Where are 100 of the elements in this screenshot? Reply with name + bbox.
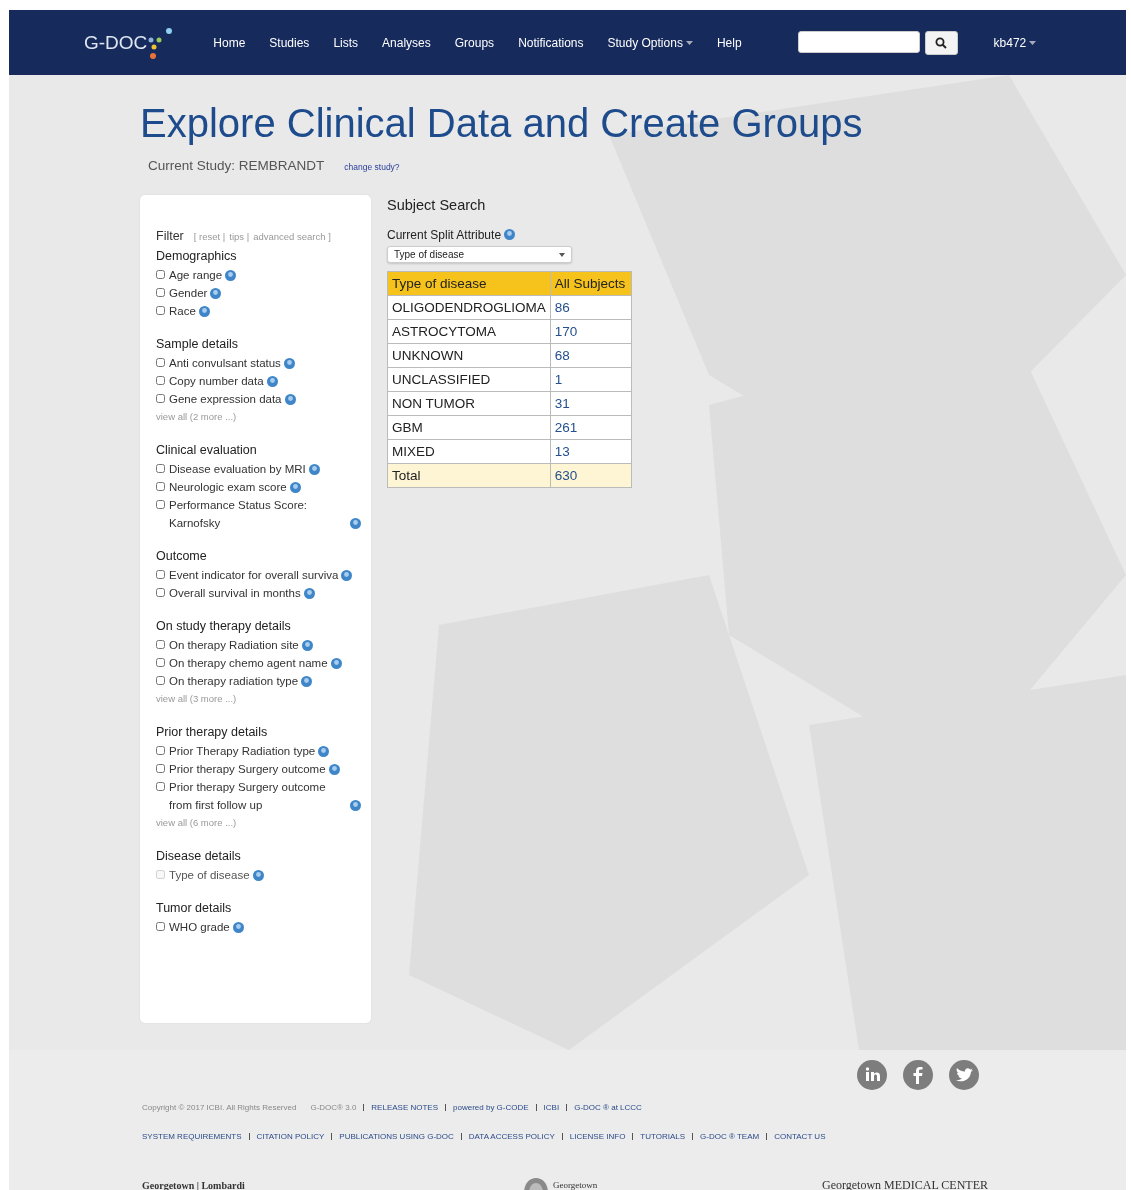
section-title: Subject Search	[387, 197, 487, 213]
filter-option: On therapy radiation type	[169, 672, 299, 690]
search-field[interactable]	[797, 30, 920, 53]
filter-option: WHO grade	[169, 918, 230, 936]
footer-link[interactable]: CITATION POLICY	[256, 1132, 325, 1141]
checkbox[interactable]	[156, 570, 165, 579]
checkbox[interactable]	[156, 288, 165, 297]
checkbox[interactable]	[156, 306, 165, 315]
checkbox[interactable]	[156, 482, 165, 491]
help-icon[interactable]	[303, 588, 315, 599]
checkbox[interactable]	[156, 464, 165, 473]
filter-option: Copy number data	[169, 372, 264, 390]
filter-option: Prior therapy Surgery outcome	[169, 760, 326, 778]
checkbox[interactable]	[156, 500, 165, 509]
section-heading: Sample details	[156, 337, 239, 351]
table-cell: UNCLASSIFIED	[387, 367, 551, 392]
filter-option: Overall survival in months	[169, 584, 301, 602]
filter-option: Prior therapy Surgery outcome from first follow up	[169, 778, 347, 814]
footer-link[interactable]: powered by G-CODE	[453, 1103, 529, 1112]
nav-link[interactable]: Home	[213, 35, 246, 50]
twitter-icon[interactable]	[949, 1060, 979, 1090]
help-icon[interactable]	[198, 306, 210, 317]
search-icon	[935, 36, 948, 49]
filter-title: Filter	[156, 229, 184, 243]
copyright-text: Copyright © 2017 ICBI. All Rights Reserved	[142, 1103, 297, 1112]
version-text: G-DOC® 3.0	[310, 1103, 357, 1112]
nav-link[interactable]: Study Options	[607, 35, 693, 50]
nav-link[interactable]: Help	[716, 35, 742, 50]
help-icon[interactable]	[308, 464, 320, 475]
checkbox[interactable]	[156, 358, 165, 367]
linkedin-icon[interactable]	[857, 1060, 887, 1090]
checkbox[interactable]	[156, 270, 165, 279]
checkbox[interactable]	[156, 764, 165, 773]
footer-link[interactable]: RELEASE NOTES	[371, 1103, 438, 1112]
column-header: Type of disease	[387, 271, 551, 296]
help-icon[interactable]	[301, 640, 313, 651]
lombardi-logo[interactable]: Georgetown | Lombardi	[142, 1179, 522, 1190]
help-icon[interactable]	[350, 518, 361, 529]
footer-link[interactable]: PUBLICATIONS USING G-DOC	[339, 1132, 454, 1141]
checkbox[interactable]	[156, 746, 165, 755]
nav-link[interactable]: Groups	[454, 35, 495, 50]
user-menu[interactable]: kb472	[993, 35, 1037, 50]
filter-option: Event indicator for overall surviva	[169, 566, 339, 584]
help-icon[interactable]	[210, 288, 222, 299]
footer-link[interactable]: G-DOC ® TEAM	[700, 1132, 760, 1141]
nav-link[interactable]: Lists	[333, 35, 359, 50]
help-icon[interactable]	[504, 229, 516, 240]
table-cell: OLIGODENDROGLIOMA	[387, 295, 551, 320]
footer-link[interactable]: DATA ACCESS POLICY	[468, 1132, 555, 1141]
help-icon[interactable]	[318, 746, 330, 757]
filter-option: Gene expression data	[169, 390, 282, 408]
help-icon[interactable]	[283, 358, 295, 369]
logo-dots-icon	[147, 25, 174, 60]
help-icon[interactable]	[350, 800, 361, 811]
help-icon[interactable]	[330, 658, 342, 669]
current-study: Current Study: REMBRANDT	[148, 158, 325, 173]
help-icon[interactable]	[328, 764, 340, 775]
checkbox[interactable]	[156, 394, 165, 403]
filter-option: Type of disease	[169, 866, 250, 884]
table-cell: ASTROCYTOMA	[387, 319, 551, 344]
checkbox[interactable]	[156, 376, 165, 385]
checkbox[interactable]	[156, 658, 165, 667]
help-icon[interactable]	[341, 570, 353, 581]
table-cell: UNKNOWN	[387, 343, 551, 368]
checkbox[interactable]	[156, 640, 165, 649]
help-icon[interactable]	[284, 394, 296, 405]
change-study-link[interactable]: change study?	[344, 162, 400, 172]
section-heading: On study therapy details	[156, 619, 292, 633]
filter-option: On therapy Radiation site	[169, 636, 299, 654]
help-icon[interactable]	[266, 376, 278, 387]
filter-option: On therapy chemo agent name	[169, 654, 328, 672]
table-cell: MIXED	[387, 439, 551, 464]
help-icon[interactable]	[289, 482, 301, 493]
logo-text[interactable]: G-DOC	[84, 31, 148, 54]
footer-link[interactable]: LICENSE INFO	[569, 1132, 626, 1141]
checkbox[interactable]	[156, 782, 165, 791]
help-icon[interactable]	[232, 922, 244, 933]
section-heading: Clinical evaluation	[156, 443, 258, 457]
georgetown-logo[interactable]: Georgetown	[553, 1180, 598, 1190]
footer-link[interactable]: CONTACT US	[774, 1132, 826, 1141]
facebook-icon[interactable]	[903, 1060, 933, 1090]
footer-link[interactable]: TUTORIALS	[640, 1132, 686, 1141]
help-icon[interactable]	[301, 676, 313, 687]
search-button[interactable]	[924, 30, 958, 55]
footer-link[interactable]: G-DOC ® at LCCC	[574, 1103, 642, 1112]
help-icon[interactable]	[225, 270, 237, 281]
nav-link[interactable]: Studies	[269, 35, 310, 50]
section-heading: Disease details	[156, 849, 242, 863]
nav-link[interactable]: Notifications	[518, 35, 584, 50]
section-heading: Prior therapy details	[156, 725, 269, 739]
checkbox[interactable]	[156, 922, 165, 931]
checkbox[interactable]	[156, 588, 165, 597]
filter-option: Anti convulsant status	[169, 354, 281, 372]
help-icon[interactable]	[252, 870, 264, 881]
split-dropdown[interactable]: Type of disease	[387, 246, 572, 263]
checkbox[interactable]	[156, 676, 165, 685]
footer-link[interactable]: SYSTEM REQUIREMENTS	[142, 1132, 242, 1141]
footer-link[interactable]: ICBI	[543, 1103, 560, 1112]
nav-link[interactable]: Analyses	[382, 35, 431, 50]
filter-option: Prior Therapy Radiation type	[169, 742, 316, 760]
